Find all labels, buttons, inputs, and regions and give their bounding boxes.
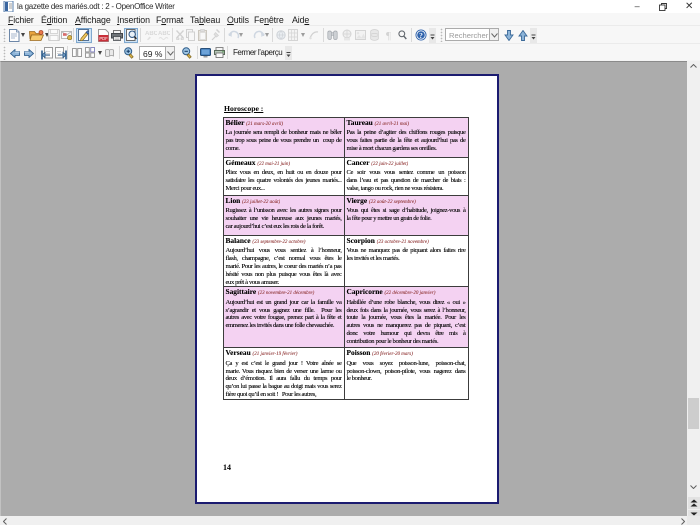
svg-text:¶: ¶	[386, 30, 391, 41]
svg-text:ABC: ABC	[158, 31, 170, 37]
svg-text:?: ?	[419, 31, 423, 40]
svg-text:PDF: PDF	[99, 36, 108, 41]
svg-text:ABC: ABC	[145, 31, 157, 37]
